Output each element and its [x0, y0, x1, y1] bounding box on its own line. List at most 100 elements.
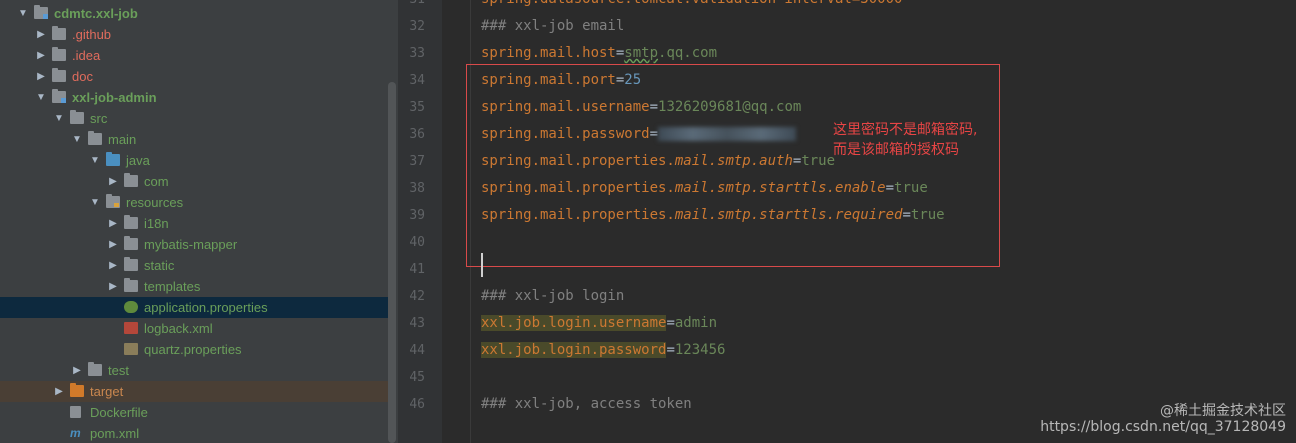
- tree-item[interactable]: logback.xml: [0, 318, 388, 339]
- chevron-right-icon[interactable]: ▶: [108, 234, 118, 255]
- tree-item-label: pom.xml: [90, 426, 140, 441]
- line-number: 37: [409, 154, 425, 169]
- line-number: 41: [409, 262, 425, 277]
- watermark: @稀土掘金技术社区 https://blog.csdn.net/qq_37128…: [1040, 403, 1286, 435]
- folder-icon: [88, 131, 102, 145]
- tree-item-label: mybatis-mapper: [144, 237, 238, 252]
- line-number: 39: [409, 208, 425, 223]
- source-folder-icon: [106, 152, 120, 166]
- chevron-down-icon[interactable]: ▼: [54, 108, 64, 129]
- tree-item[interactable]: ▼ src: [0, 108, 388, 129]
- code-token: xxl.job.login.username: [481, 315, 667, 331]
- line-number: 35: [409, 100, 425, 115]
- chevron-right-icon[interactable]: ▶: [36, 66, 46, 87]
- tree-item-label: src: [90, 111, 108, 126]
- text-caret: [481, 253, 483, 277]
- chevron-right-icon[interactable]: ▶: [108, 213, 118, 234]
- code-token: spring.datasource.tomcat.validation-inte…: [481, 0, 902, 7]
- tree-item[interactable]: ▶ .github: [0, 24, 388, 45]
- tree-item-label: doc: [72, 69, 93, 84]
- folder-icon: [52, 47, 66, 61]
- line-number: 33: [409, 46, 425, 61]
- tree-item[interactable]: m pom.xml: [0, 423, 388, 443]
- tree-item-label: test: [108, 363, 129, 378]
- line-number: 31: [398, 0, 425, 13]
- code-token: spring.mail.host: [481, 45, 616, 61]
- tree-item-label: cdmtc.xxl-job: [54, 6, 138, 21]
- chevron-right-icon[interactable]: ▶: [108, 171, 118, 192]
- tree-item-label: xxl-job-admin: [72, 90, 157, 105]
- tree-item-label: Dockerfile: [90, 405, 148, 420]
- tree-item[interactable]: ▶ doc: [0, 66, 388, 87]
- tree-item[interactable]: ▶ static: [0, 255, 388, 276]
- chevron-down-icon[interactable]: ▼: [36, 87, 46, 108]
- xml-file-icon: [124, 322, 138, 334]
- tree-item[interactable]: ▼ main: [0, 129, 388, 150]
- chevron-down-icon[interactable]: ▼: [90, 150, 100, 171]
- chevron-right-icon[interactable]: ▶: [108, 276, 118, 297]
- chevron-right-icon[interactable]: ▶: [72, 360, 82, 381]
- chevron-right-icon[interactable]: ▶: [36, 24, 46, 45]
- annotation-line-2: 而是该邮箱的授权码: [833, 142, 959, 158]
- line-number: 36: [409, 127, 425, 142]
- code-token: ### xxl-job, access token: [481, 396, 692, 412]
- chevron-right-icon[interactable]: ▶: [108, 255, 118, 276]
- tree-item-label: com: [144, 174, 169, 189]
- resource-folder-icon: [106, 194, 120, 208]
- tree-item[interactable]: ▼ cdmtc.xxl-job: [0, 3, 388, 24]
- code-token: 123456: [674, 342, 726, 358]
- chevron-down-icon[interactable]: ▼: [90, 192, 100, 213]
- tree-item[interactable]: ▶ target: [0, 381, 388, 402]
- code-line: ### xxl-job email: [481, 13, 624, 40]
- code-line: xxl.job.login.username=admin: [481, 310, 717, 337]
- tree-item[interactable]: Dockerfile: [0, 402, 388, 423]
- tree-item[interactable]: ▶ templates: [0, 276, 388, 297]
- tree-item-label: .github: [72, 27, 112, 42]
- code-token: smtp: [624, 45, 659, 61]
- tree-item[interactable]: ▶ i18n: [0, 213, 388, 234]
- properties-file-icon: [124, 301, 138, 313]
- folder-icon: [124, 278, 138, 292]
- code-line: spring.datasource.tomcat.validation-inte…: [481, 0, 902, 13]
- tree-item[interactable]: ▶ mybatis-mapper: [0, 234, 388, 255]
- code-token: =: [666, 342, 675, 358]
- module-folder-icon: [34, 5, 48, 19]
- tree-item[interactable]: ▼ java: [0, 150, 388, 171]
- folder-icon: [88, 362, 102, 376]
- tree-item[interactable]: application.properties: [0, 297, 388, 318]
- tree-item[interactable]: ▶ .idea: [0, 45, 388, 66]
- tree-item-label: .idea: [72, 48, 101, 63]
- excluded-folder-icon: [70, 383, 84, 397]
- project-tree-scrollbar[interactable]: [388, 82, 396, 443]
- highlight-box: [466, 64, 1000, 267]
- code-token: ### xxl-job login: [481, 288, 625, 304]
- line-number: 34: [409, 73, 425, 88]
- chevron-right-icon[interactable]: ▶: [54, 381, 64, 402]
- watermark-line-1: @稀土掘金技术社区: [1160, 403, 1286, 419]
- code-token: .qq.com: [658, 45, 718, 61]
- line-number: 44: [409, 343, 425, 358]
- code-line: spring.mail.host=smtp.qq.com: [481, 40, 717, 67]
- maven-file-icon: m: [70, 426, 81, 440]
- tree-item-label: target: [90, 384, 124, 399]
- tree-item[interactable]: ▶ test: [0, 360, 388, 381]
- tree-item-label: main: [108, 132, 137, 147]
- chevron-down-icon[interactable]: ▼: [72, 129, 82, 150]
- line-number: 40: [409, 235, 425, 250]
- code-line: ### xxl-job, access token: [481, 391, 692, 418]
- tree-item[interactable]: ▶ com: [0, 171, 388, 192]
- line-number: 32: [409, 19, 425, 34]
- watermark-line-2: https://blog.csdn.net/qq_37128049: [1040, 419, 1286, 435]
- tree-item-label: application.properties: [144, 300, 268, 315]
- folder-icon: [124, 257, 138, 271]
- chevron-right-icon[interactable]: ▶: [36, 45, 46, 66]
- annotation-note: 这里密码不是邮箱密码, 而是该邮箱的授权码: [833, 120, 1008, 160]
- tree-item-label: logback.xml: [144, 321, 213, 336]
- tree-item[interactable]: quartz.properties: [0, 339, 388, 360]
- project-tree: ▼ cdmtc.xxl-job ▶ .github ▶ .idea ▶ doc ▼ xxl-job…: [0, 0, 398, 443]
- tree-item[interactable]: ▼ xxl-job-admin: [0, 87, 388, 108]
- code-token: ### xxl-job email: [481, 18, 625, 34]
- code-line: ### xxl-job login: [481, 283, 624, 310]
- tree-item[interactable]: ▼ resources: [0, 192, 388, 213]
- chevron-down-icon[interactable]: ▼: [18, 3, 28, 24]
